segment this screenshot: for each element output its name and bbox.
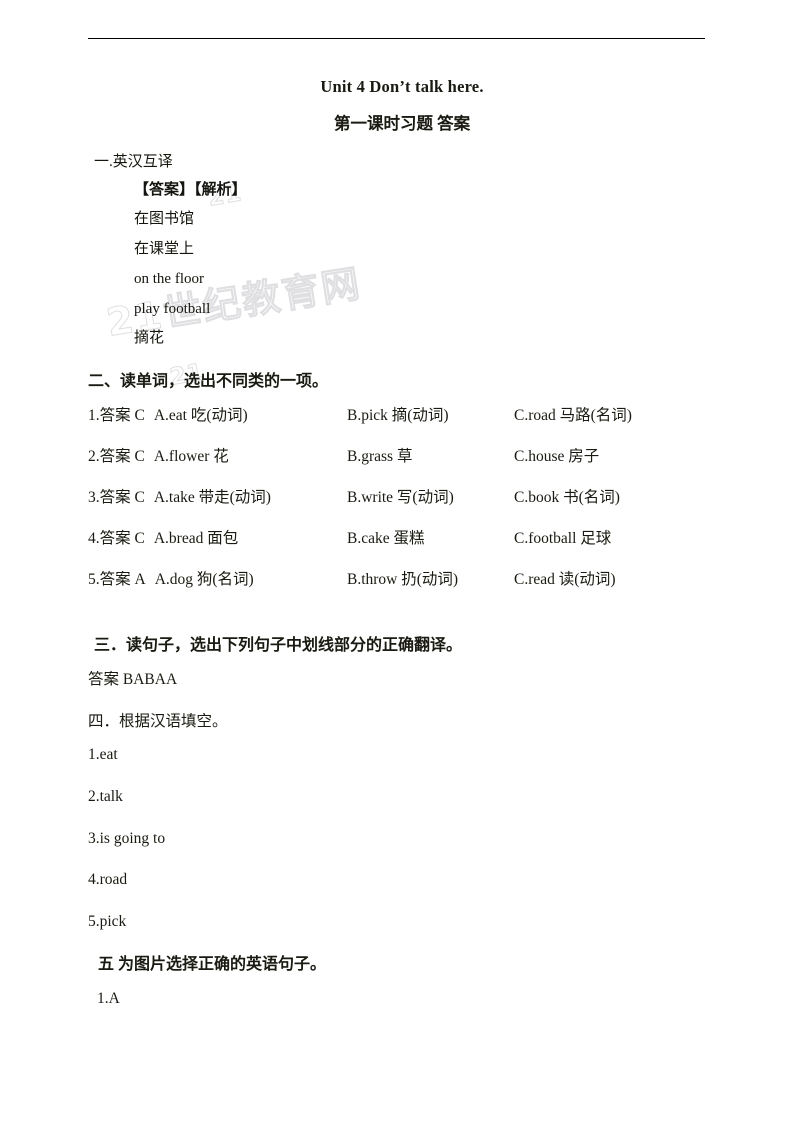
mcq-option-c: C.road 马路(名词) [514,406,632,424]
mcq-answer-label: 2.答案 C [88,447,145,465]
section-four-answer-2: 2.talk [88,788,123,806]
section-four-heading: 四．根据汉语填空。 [88,713,228,731]
mcq-row: 4.答案 C A.bread 面包 B.cake 蛋糕 C.football 足球 [88,530,708,571]
mcq-row: 1.答案 C A.eat 吃(动词) B.pick 摘(动词) C.road 马路… [88,407,708,448]
section-one-answer-4: play football [134,300,211,317]
mcq-answer-and-option-a: 4.答案 C A.bread 面包 [88,530,238,549]
mcq-option-b: B.cake 蛋糕 [347,529,425,547]
mcq-option-a: A.dog 狗(名词) [154,570,254,588]
section-five-heading: 五 为图片选择正确的英语句子。 [98,956,327,974]
mcq-option-c: C.house 房子 [514,447,600,465]
mcq-option-c: C.football 足球 [514,529,612,547]
section-one-answer-3: on the floor [134,270,204,287]
mcq-option-b: B.pick 摘(动词) [347,406,449,424]
mcq-answer-label: 5.答案 A [88,570,146,588]
section-three-heading: 三．读句子，选出下列句子中划线部分的正确翻译。 [94,636,463,654]
mcq-option-b: B.throw 扔(动词) [347,570,459,588]
mcq-answer-label: 1.答案 C [88,406,145,424]
section-four-answer-5: 5.pick [88,912,127,930]
mcq-answer-and-option-a: 3.答案 C A.take 带走(动词) [88,489,271,508]
mcq-answer-label: 4.答案 C [88,529,145,547]
answer-analysis-label: 【答案】【解析】 [134,181,247,198]
section-four-answer-3: 3.is going to [88,829,166,847]
mcq-option-a: A.eat 吃(动词) [153,406,248,424]
document-page: 21 21世纪教育网 21 Unit 4 Don’t talk here. 第一… [0,0,794,1123]
page-subtitle: 第一课时习题 答案 [333,114,471,134]
mcq-option-b: B.grass 草 [347,447,413,465]
header-rule [88,38,705,39]
section-one-answer-5: 摘花 [134,330,165,347]
section-two-heading: 二、读单词，选出不同类的一项。 [88,373,329,391]
section-three-answer: 答案 BABAA [88,670,178,688]
mcq-option-a: A.flower 花 [153,447,229,465]
mcq-answer-and-option-a: 2.答案 C A.flower 花 [88,448,229,467]
section-one-answer-1: 在图书馆 [134,211,195,228]
document-content: Unit 4 Don’t talk here. 第一课时习题 答案 一.英汉互译… [88,76,708,1032]
mcq-option-a: A.take 带走(动词) [153,488,271,506]
mcq-option-c: C.read 读(动词) [514,570,616,588]
section-four-answer-1: 1.eat [88,746,118,764]
mcq-answer-label: 3.答案 C [88,488,145,506]
mcq-row: 2.答案 C A.flower 花 B.grass 草 C.house 房子 [88,448,708,489]
section-one-answer-2: 在课堂上 [134,241,195,258]
section-one-heading: 一.英汉互译 [94,153,173,170]
page-title: Unit 4 Don’t talk here. [320,77,484,96]
mcq-row: 5.答案 A A.dog 狗(名词) B.throw 扔(动词) C.read 读… [88,571,708,612]
mcq-row: 3.答案 C A.take 带走(动词) B.write 写(动词) C.book… [88,489,708,530]
section-four-answer-4: 4.road [88,871,128,889]
mcq-option-a: A.bread 面包 [153,529,239,547]
mcq-answer-and-option-a: 5.答案 A A.dog 狗(名词) [88,571,254,590]
mcq-option-c: C.book 书(名词) [514,488,620,506]
section-five-answer-1: 1.A [97,990,120,1008]
mcq-answer-and-option-a: 1.答案 C A.eat 吃(动词) [88,407,248,426]
mcq-option-b: B.write 写(动词) [347,488,454,506]
